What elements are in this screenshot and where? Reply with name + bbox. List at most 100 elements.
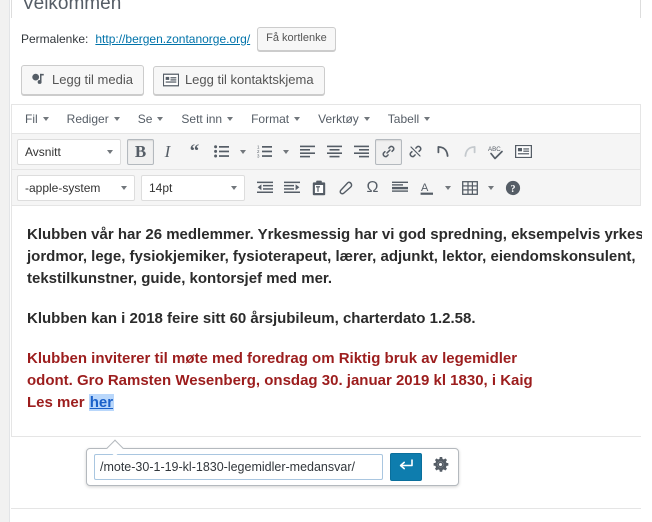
content-paragraph-2: Klubben kan i 2018 feire sitt 60 årsjubi… — [27, 310, 476, 327]
read-more-icon — [515, 145, 532, 158]
italic-icon: I — [164, 142, 171, 161]
menu-fil-label: Fil — [25, 111, 38, 126]
permalink-url-link[interactable]: http://bergen.zontanorge.org/ — [95, 32, 250, 46]
bold-icon: B — [134, 142, 147, 161]
link-edit-popup: /mote-30-1-19-kl-1830-legemidler-medansv… — [86, 448, 459, 486]
link-options-button[interactable] — [429, 454, 451, 480]
content-paragraph-1: Klubben vår har 26 medlemmer. Yrkesmessi… — [27, 226, 642, 287]
chevron-down-icon — [283, 149, 289, 154]
spellcheck-button[interactable]: ABC — [483, 139, 510, 165]
numbered-list-icon: 1 2 3 — [257, 145, 272, 158]
remove-link-button[interactable] — [402, 139, 429, 165]
redo-button[interactable] — [456, 139, 483, 165]
chevron-down-icon — [121, 185, 127, 190]
bullet-list-button[interactable] — [208, 139, 235, 165]
menu-tabell[interactable]: Tabell — [379, 108, 439, 131]
align-right-icon — [354, 145, 369, 158]
menu-sett-inn[interactable]: Sett inn — [172, 108, 242, 131]
text-color-icon: A — [419, 180, 435, 196]
bullet-list-dropdown[interactable] — [235, 139, 251, 165]
horizontal-rule-button[interactable] — [386, 175, 413, 201]
add-media-button[interactable]: Legg til media — [21, 65, 144, 95]
horizontal-rule-icon — [391, 181, 408, 194]
inline-link-her[interactable]: her — [88, 394, 115, 411]
unlink-icon — [408, 144, 423, 159]
add-contact-form-label: Legg til kontaktskjema — [184, 72, 314, 87]
font-size-select[interactable]: 14pt — [141, 174, 245, 201]
content-paragraph-3: Klubben inviterer til møte med foredrag … — [27, 348, 642, 414]
paragraph-style-select[interactable]: Avsnitt — [17, 138, 121, 165]
paste-as-text-button[interactable] — [305, 175, 332, 201]
outdent-button[interactable] — [251, 175, 278, 201]
align-center-button[interactable] — [321, 139, 348, 165]
chevron-down-icon — [113, 116, 120, 121]
editor-toolbar-row-2: -apple-system 14pt Ω A ? — [12, 170, 640, 206]
outdent-icon — [256, 181, 273, 194]
clear-formatting-button[interactable] — [332, 175, 359, 201]
special-character-button[interactable]: Ω — [359, 175, 386, 201]
chevron-down-icon — [488, 185, 494, 190]
menu-verktoy[interactable]: Verktøy — [309, 108, 379, 131]
menu-se-label: Se — [137, 111, 153, 126]
abc-text: ABC — [488, 146, 501, 153]
chevron-down-icon — [363, 116, 370, 121]
chevron-down-icon — [294, 116, 301, 121]
post-title-field[interactable]: Velkommen — [11, 0, 641, 18]
get-shortlink-button[interactable]: Få kortlenke — [257, 27, 336, 51]
redo-icon — [462, 144, 478, 159]
chevron-down-icon — [227, 116, 234, 121]
menu-rediger[interactable]: Rediger — [58, 108, 129, 131]
svg-text:A: A — [421, 182, 429, 194]
quote-icon: “ — [189, 141, 200, 162]
undo-icon — [435, 144, 451, 159]
svg-text:?: ? — [510, 184, 515, 195]
numbered-list-button[interactable]: 1 2 3 — [251, 139, 278, 165]
editor-panel: Velkommen Permalenke: http://bergen.zont… — [11, 0, 642, 437]
menu-format[interactable]: Format — [242, 108, 309, 131]
enter-arrow-icon — [398, 458, 414, 477]
link-icon — [381, 144, 396, 159]
editor-content-area[interactable]: Klubben vår har 26 medlemmer. Yrkesmessi… — [12, 206, 642, 436]
clipboard-icon — [312, 180, 326, 196]
chevron-down-icon — [157, 116, 164, 121]
editor-status-divider — [11, 508, 641, 509]
link-url-input[interactable]: /mote-30-1-19-kl-1830-legemidler-medansv… — [94, 454, 383, 480]
font-size-value: 14pt — [149, 180, 173, 195]
indent-button[interactable] — [278, 175, 305, 201]
editor-toolbar-row-1: Avsnitt B I “ 1 2 3 ABC — [12, 134, 640, 170]
align-center-icon — [327, 145, 342, 158]
bold-button[interactable]: B — [127, 138, 154, 165]
omega-icon: Ω — [366, 178, 379, 196]
paragraph-style-value: Avsnitt — [25, 144, 61, 159]
content-paragraph-3-line2: odont. Gro Ramsten Wesenberg, onsdag 30.… — [27, 372, 533, 389]
help-button[interactable]: ? — [499, 175, 526, 201]
table-button[interactable] — [456, 175, 483, 201]
chevron-down-icon — [231, 185, 237, 190]
align-left-button[interactable] — [294, 139, 321, 165]
menu-se[interactable]: Se — [129, 108, 173, 131]
numbered-list-dropdown[interactable] — [278, 139, 294, 165]
add-contact-form-button[interactable]: Legg til kontaktskjema — [152, 65, 325, 95]
post-title-text: Velkommen — [22, 0, 122, 14]
text-color-button[interactable]: A — [413, 175, 440, 201]
font-family-select[interactable]: -apple-system — [17, 174, 135, 201]
chevron-down-icon — [42, 116, 49, 121]
gear-icon — [432, 456, 449, 478]
font-family-value: -apple-system — [25, 180, 101, 195]
menu-fil[interactable]: Fil — [16, 108, 58, 131]
apply-link-button[interactable] — [390, 453, 422, 481]
wordpress-post-editor: Velkommen Permalenke: http://bergen.zont… — [0, 0, 652, 522]
read-more-button[interactable] — [510, 139, 537, 165]
italic-button[interactable]: I — [154, 139, 181, 165]
insert-link-button[interactable] — [375, 138, 402, 165]
blockquote-button[interactable]: “ — [181, 139, 208, 165]
permalink-label: Permalenke: — [21, 32, 89, 46]
editor-menubar: Fil Rediger Se Sett inn Format Verktøy T… — [12, 105, 640, 134]
align-right-button[interactable] — [348, 139, 375, 165]
table-dropdown[interactable] — [483, 175, 499, 201]
permalink-row: Permalenke: http://bergen.zontanorge.org… — [11, 18, 641, 61]
text-color-dropdown[interactable] — [440, 175, 456, 201]
menu-tabell-label: Tabell — [387, 111, 420, 126]
content-paragraph-3-line1: Klubben inviterer til møte med foredrag … — [27, 350, 518, 367]
undo-button[interactable] — [429, 139, 456, 165]
